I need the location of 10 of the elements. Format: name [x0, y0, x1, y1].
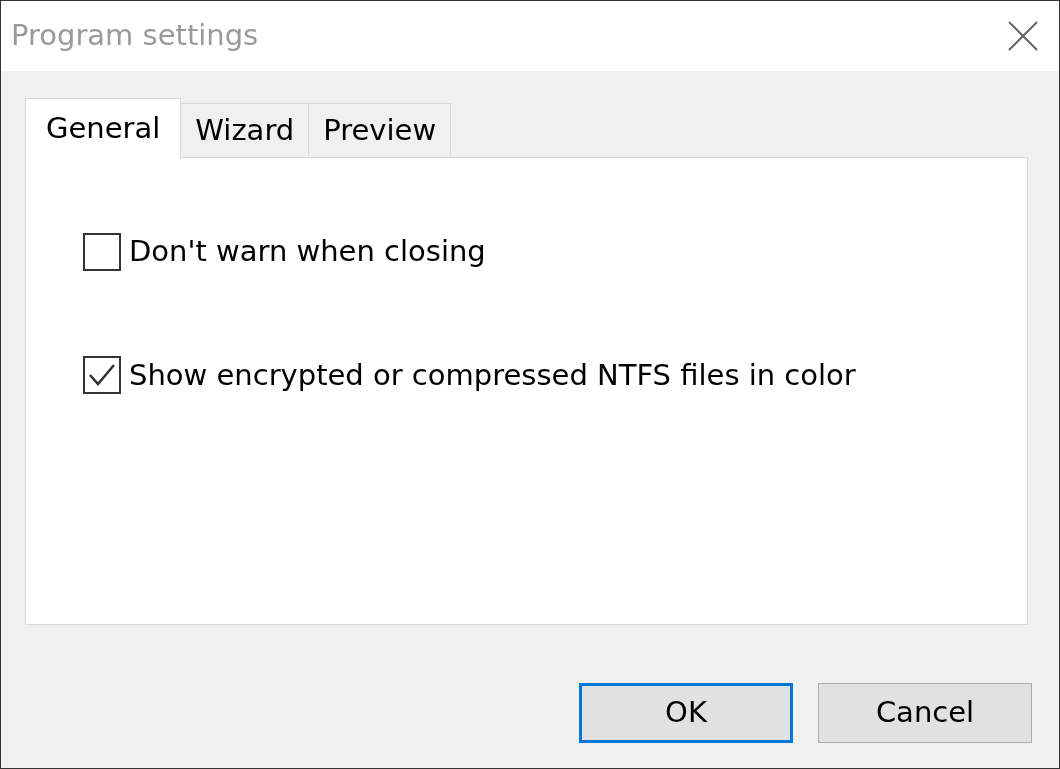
ok-button[interactable]: OK [579, 683, 793, 743]
close-icon[interactable] [1007, 20, 1039, 52]
checkbox[interactable] [83, 356, 121, 395]
tab[interactable]: General [25, 98, 182, 158]
window-title: Program settings [11, 17, 259, 55]
cancel-button[interactable]: Cancel [818, 683, 1032, 743]
checkbox-label: Show encrypted or compressed NTFS files in color [129, 356, 856, 394]
checkbox[interactable] [83, 232, 121, 271]
checkbox-label: Don't warn when closing [129, 233, 486, 270]
tab[interactable]: Preview [308, 103, 452, 157]
